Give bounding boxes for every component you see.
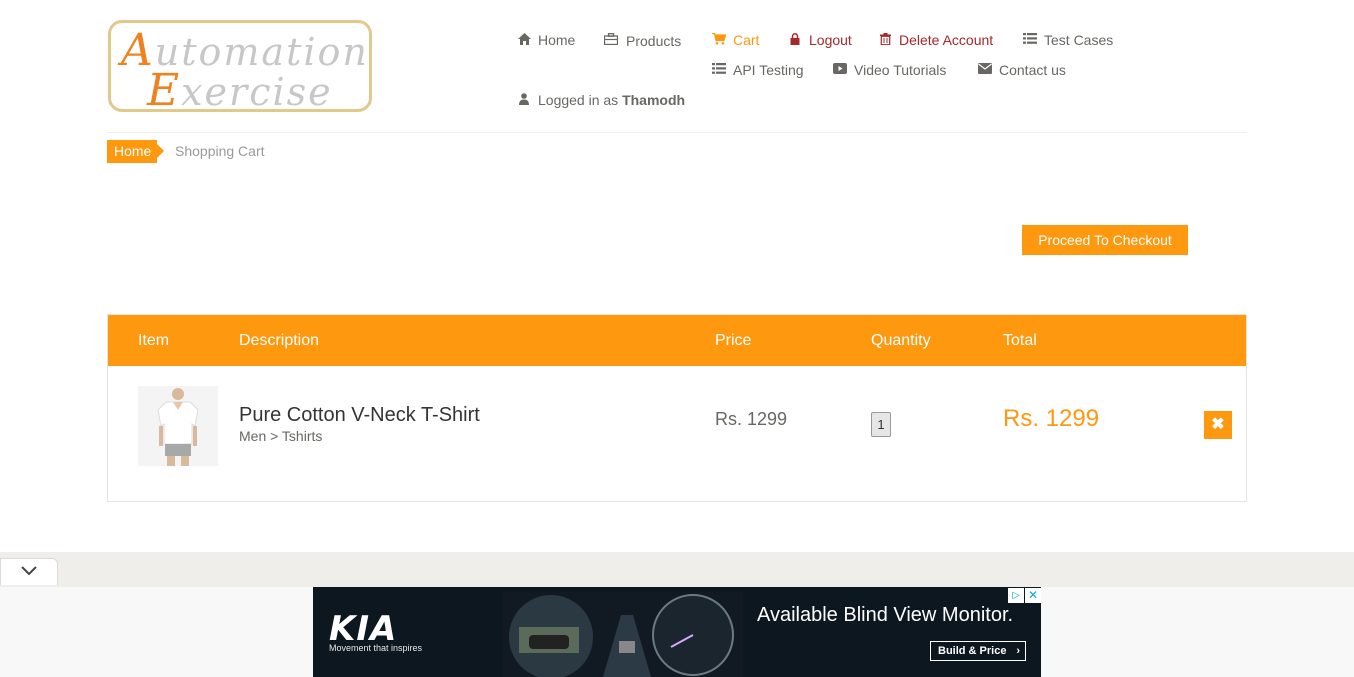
nav-products[interactable]: Products (603, 32, 682, 49)
briefcase-icon (603, 32, 619, 48)
header-price: Price (715, 332, 752, 349)
chevron-down-icon (21, 563, 37, 580)
youtube-play-icon (833, 63, 847, 77)
username: Thamodh (622, 92, 686, 108)
nav-delete-account[interactable]: Delete Account (878, 32, 993, 48)
nav-delete-account-label: Delete Account (899, 32, 994, 48)
trash-icon (878, 32, 892, 48)
quantity-button[interactable]: 1 (871, 412, 891, 437)
nav-logout-label: Logout (809, 32, 852, 48)
list-icon (712, 63, 726, 77)
product-total: Rs. 1299 (1003, 405, 1100, 432)
nav-cart-label: Cart (733, 32, 760, 48)
lock-icon (788, 32, 802, 48)
header-item: Item (138, 332, 170, 349)
product-image[interactable] (138, 386, 218, 466)
nav-home[interactable]: Home (517, 32, 575, 48)
nav-api-testing[interactable]: API Testing (712, 62, 804, 78)
nav-contact-us-label: Contact us (999, 62, 1066, 78)
site-header: Automation Exercise Home Products Cart L… (0, 0, 1354, 133)
breadcrumb-current: Shopping Cart (175, 143, 265, 159)
cart-table-header: Item Description Price Quantity Total (108, 315, 1246, 366)
ad-close-button[interactable]: ✕ (1025, 588, 1041, 603)
logo-word-exercise: xercise (181, 70, 333, 112)
header-divider (107, 132, 1247, 133)
ad-strip (0, 552, 1354, 587)
nav-cart[interactable]: Cart (712, 32, 759, 48)
breadcrumb-home[interactable]: Home (107, 140, 164, 163)
collapse-ad-button[interactable] (0, 558, 58, 585)
logged-in-status: Logged in as Thamodh (517, 92, 685, 108)
nav-test-cases-label: Test Cases (1044, 32, 1114, 48)
cart-table: Item Description Price Quantity Total Pu… (107, 314, 1247, 502)
times-icon: ✖ (1211, 416, 1225, 433)
nav-contact-us[interactable]: Contact us (978, 62, 1066, 78)
product-name-link[interactable]: Pure Cotton V-Neck T-Shirt (239, 404, 480, 427)
nav-video-tutorials[interactable]: Video Tutorials (833, 62, 946, 78)
close-icon: ✕ (1027, 588, 1039, 602)
logo-letter-e: E (147, 65, 182, 112)
nav-test-cases[interactable]: Test Cases (1023, 32, 1113, 48)
remove-item-button[interactable]: ✖ (1204, 411, 1232, 439)
header-total: Total (1003, 332, 1037, 349)
site-logo[interactable]: Automation Exercise (108, 20, 372, 112)
nav-products-label: Products (626, 33, 682, 49)
build-and-price-button[interactable]: Build & Price › (930, 641, 1026, 661)
home-icon (517, 32, 531, 48)
envelope-icon (978, 63, 992, 77)
ad-headline: Available Blind View Monitor. (757, 604, 1014, 626)
logged-in-prefix: Logged in as (538, 92, 619, 108)
build-and-price-label: Build & Price (938, 645, 1007, 657)
product-price: Rs. 1299 (715, 409, 788, 429)
proceed-to-checkout-button[interactable]: Proceed To Checkout (1022, 225, 1188, 255)
nav-video-tutorials-label: Video Tutorials (854, 62, 947, 78)
chevron-right-icon: › (1016, 645, 1020, 657)
nav-logout[interactable]: Logout (788, 32, 852, 48)
adchoices-icon[interactable]: ▷ (1008, 588, 1024, 603)
list-icon (1023, 33, 1037, 47)
nav-home-label: Home (538, 32, 576, 48)
ad-tagline: Movement that inspires (329, 643, 423, 653)
product-category: Men > Tshirts (239, 428, 323, 444)
header-description: Description (239, 332, 320, 349)
user-icon (517, 92, 531, 108)
ad-banner[interactable]: KIA Movement that inspires Available Bli… (313, 587, 1041, 677)
nav-api-testing-label: API Testing (733, 62, 804, 78)
header-quantity: Quantity (871, 332, 931, 349)
shopping-cart-icon (712, 32, 727, 48)
dashboard-image (503, 591, 743, 677)
